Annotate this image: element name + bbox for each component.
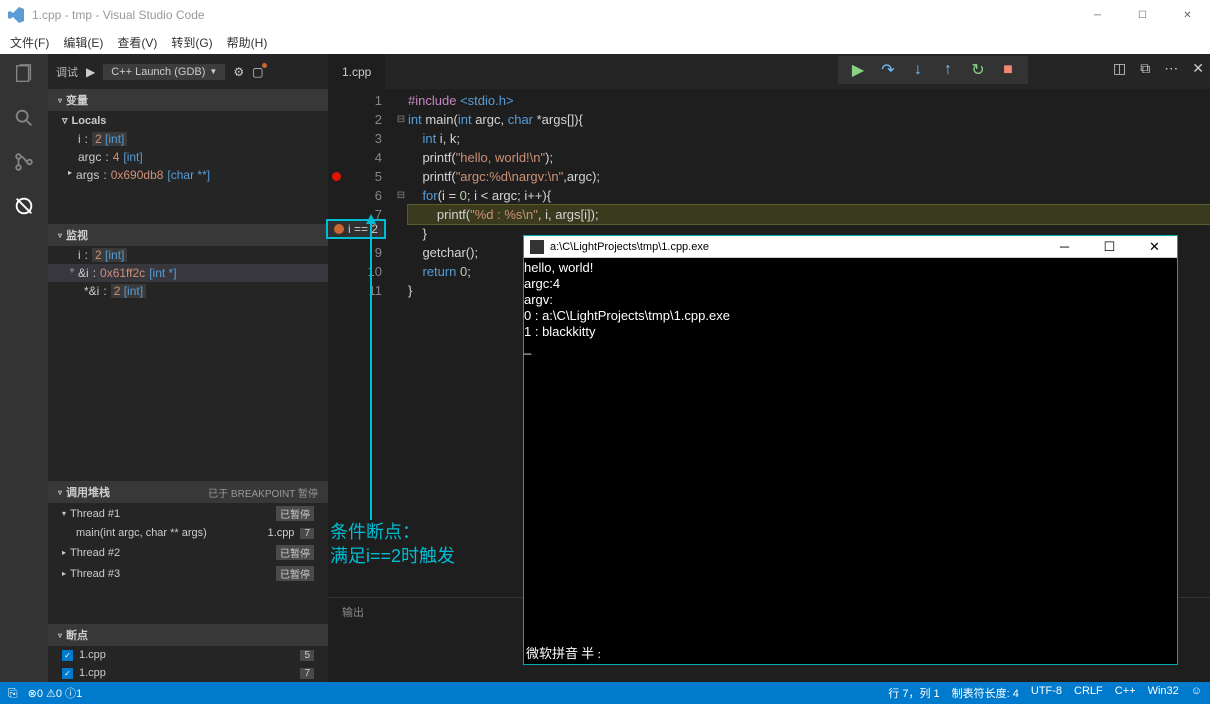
restart-icon[interactable]: ↻ — [970, 62, 986, 78]
terminal-title: a:\C\LightProjects\tmp\1.cpp.exe — [550, 239, 1042, 255]
step-into-icon[interactable]: ↓ — [910, 62, 926, 78]
remote-icon[interactable]: ⎘ — [8, 686, 18, 701]
locals-header[interactable]: ▿Locals — [48, 111, 328, 130]
watch-deref-i[interactable]: *&i:2 [int] — [48, 282, 328, 300]
callstack-section-header[interactable]: ▿调用堆栈已于 BREAKPOINT 暂停 — [48, 481, 328, 503]
stack-frame-main[interactable]: main(int argc, char ** args)1.cpp7 — [48, 524, 328, 542]
checkbox-icon[interactable]: ✓ — [62, 668, 73, 679]
conditional-breakpoint-dot-icon — [334, 224, 344, 234]
more-actions-icon[interactable]: ⋯ — [1164, 60, 1178, 77]
cursor-position[interactable]: 行 7，列 1 — [888, 685, 939, 701]
split-editor-icon[interactable]: ◫ — [1113, 60, 1126, 77]
language-status[interactable]: C++ — [1115, 685, 1136, 701]
terminal-maximize-button[interactable]: ☐ — [1087, 239, 1132, 255]
editor-tabs: 1.cpp — [328, 54, 1210, 89]
fold-icon[interactable]: ⊟ — [394, 186, 408, 205]
toggle-layout-icon[interactable]: ⧉ — [1140, 60, 1150, 77]
variable-argc[interactable]: argc: 4 [int] — [48, 148, 328, 166]
debug-icon[interactable] — [12, 194, 36, 218]
debug-header: 调试 ▶ C++ Launch (GDB) ▼ ⚙ ▢ — [48, 54, 328, 89]
terminal-titlebar[interactable]: a:\C\LightProjects\tmp\1.cpp.exe ─ ☐ ✕ — [524, 236, 1177, 258]
breakpoint-2[interactable]: ✓1.cpp7 — [48, 664, 328, 682]
terminal-app-icon — [530, 240, 544, 254]
debug-toolbar[interactable]: ▶ ↷ ↓ ↑ ↻ ■ — [838, 56, 1028, 84]
eol-status[interactable]: CRLF — [1074, 685, 1103, 701]
fold-icon[interactable]: ⊟ — [394, 110, 408, 129]
output-label: 输出 — [342, 607, 364, 619]
breakpoint-1[interactable]: ✓1.cpp5 — [48, 646, 328, 664]
tab-1cpp[interactable]: 1.cpp — [328, 54, 385, 89]
menu-edit[interactable]: 编辑(E) — [63, 34, 103, 51]
debug-console-icon[interactable]: ▢ — [252, 65, 263, 79]
close-editor-icon[interactable]: ✕ — [1192, 60, 1204, 77]
thread-1[interactable]: ▾Thread #1已暂停 — [48, 503, 328, 524]
close-button[interactable]: ✕ — [1165, 0, 1210, 30]
annotation-text: 条件断点： 满足i==2时触发 — [330, 520, 455, 568]
terminal-close-button[interactable]: ✕ — [1132, 239, 1177, 255]
variable-i[interactable]: i:2 [int] — [48, 130, 328, 148]
encoding-status[interactable]: UTF-8 — [1031, 685, 1062, 701]
conditional-breakpoint-badge[interactable]: i == 2 — [326, 219, 386, 239]
indent-status[interactable]: 制表符长度: 4 — [952, 685, 1019, 701]
continue-icon[interactable]: ▶ — [850, 62, 866, 78]
checkbox-icon[interactable]: ✓ — [62, 650, 73, 661]
launch-config-combo[interactable]: C++ Launch (GDB) ▼ — [103, 64, 225, 80]
menu-goto[interactable]: 转到(G) — [171, 34, 212, 51]
thread-2[interactable]: ▸Thread #2已暂停 — [48, 542, 328, 563]
status-bar: ⎘ ⊗0 ⚠0 ⓘ1 行 7，列 1 制表符长度: 4 UTF-8 CRLF C… — [0, 682, 1210, 704]
minimize-button[interactable]: ─ — [1075, 0, 1120, 30]
ime-status: 微软拼音 半 : — [526, 646, 601, 662]
target-status[interactable]: Win32 — [1148, 685, 1179, 701]
watch-i[interactable]: i:2 [int] — [48, 246, 328, 264]
watch-addr-i[interactable]: ▿&i: 0x61ff2c [int *] — [48, 264, 328, 282]
gear-icon[interactable]: ⚙ — [233, 65, 244, 79]
terminal-minimize-button[interactable]: ─ — [1042, 239, 1087, 255]
breakpoints-section-header[interactable]: ▿断点 — [48, 624, 328, 646]
scm-icon[interactable] — [12, 150, 36, 174]
debug-label: 调试 — [56, 64, 78, 80]
editor-actions: ◫ ⧉ ⋯ ✕ — [1113, 60, 1204, 77]
terminal-output: hello, world! argc:4 argv: 0 : a:\C\Ligh… — [524, 258, 1177, 358]
search-icon[interactable] — [12, 106, 36, 130]
window-title: 1.cpp - tmp - Visual Studio Code — [32, 8, 1075, 22]
vscode-icon — [8, 7, 24, 23]
menu-help[interactable]: 帮助(H) — [227, 34, 268, 51]
terminal-window[interactable]: a:\C\LightProjects\tmp\1.cpp.exe ─ ☐ ✕ h… — [523, 235, 1178, 665]
step-over-icon[interactable]: ↷ — [880, 62, 896, 78]
maximize-button[interactable]: ☐ — [1120, 0, 1165, 30]
stop-icon[interactable]: ■ — [1000, 62, 1016, 78]
problems-status[interactable]: ⊗0 ⚠0 ⓘ1 — [28, 685, 83, 701]
menu-file[interactable]: 文件(F) — [10, 34, 49, 51]
breakpoint-dot[interactable] — [332, 172, 341, 181]
explorer-icon[interactable] — [12, 62, 36, 86]
activity-bar — [0, 54, 48, 682]
start-debug-icon[interactable]: ▶ — [86, 65, 95, 79]
annotation-arrow — [370, 222, 372, 520]
watch-section-header[interactable]: ▿监视 — [48, 224, 328, 246]
menubar: 文件(F) 编辑(E) 查看(V) 转到(G) 帮助(H) — [0, 30, 1210, 54]
variables-section-header[interactable]: ▿变量 — [48, 89, 328, 111]
debug-sidebar: 调试 ▶ C++ Launch (GDB) ▼ ⚙ ▢ ▿变量 ▿Locals … — [48, 54, 328, 682]
thread-3[interactable]: ▸Thread #3已暂停 — [48, 563, 328, 584]
step-out-icon[interactable]: ↑ — [940, 62, 956, 78]
menu-view[interactable]: 查看(V) — [117, 34, 157, 51]
window-titlebar: 1.cpp - tmp - Visual Studio Code ─ ☐ ✕ — [0, 0, 1210, 30]
variable-args[interactable]: ▸args: 0x690db8 [char **] — [48, 166, 328, 184]
feedback-icon[interactable]: ☺ — [1191, 685, 1202, 701]
